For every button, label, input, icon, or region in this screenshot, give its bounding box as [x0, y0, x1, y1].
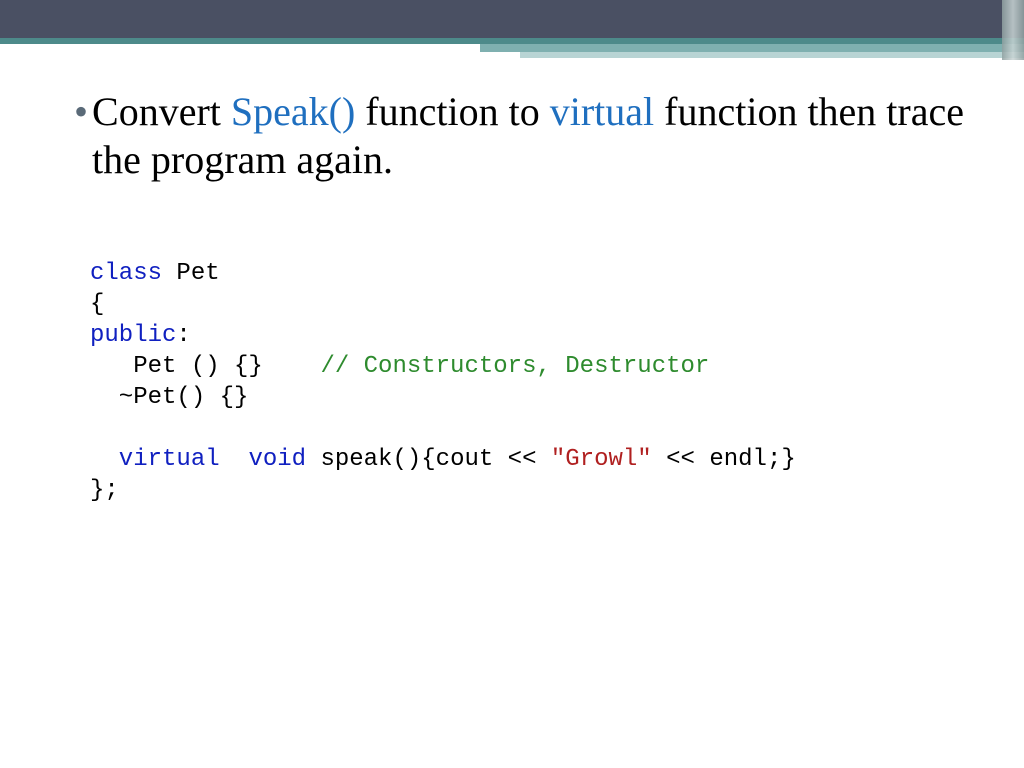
bullet-marker: • — [74, 88, 88, 136]
bullet-highlight-speak: Speak() — [231, 89, 355, 134]
code-text: ~Pet() {} — [90, 384, 248, 411]
slide-content: • Convert Speak() function to virtual fu… — [0, 60, 1024, 506]
slide-top-band — [0, 0, 1024, 38]
code-text: Pet — [162, 260, 220, 287]
code-text: << endl;} — [652, 446, 796, 473]
code-kw-class: class — [90, 260, 162, 287]
bullet-item: • Convert Speak() function to virtual fu… — [76, 88, 964, 184]
code-block: class Pet { public: Pet () {} // Constru… — [90, 258, 964, 506]
code-kw-void: void — [248, 446, 306, 473]
slide-right-strip — [1002, 0, 1024, 60]
code-string: "Growl" — [551, 446, 652, 473]
code-kw-public: public — [90, 322, 176, 349]
code-text: { — [90, 291, 104, 318]
code-comment: // Constructors, Destructor — [320, 353, 709, 380]
slide-accent-band — [0, 38, 1024, 60]
bullet-text: Convert Speak() function to virtual func… — [92, 88, 964, 184]
accent-bar-3 — [520, 52, 1024, 58]
bullet-highlight-virtual: virtual — [550, 89, 654, 134]
code-text: : — [176, 322, 190, 349]
accent-bar-2 — [480, 44, 1024, 52]
bullet-seg-1: Convert — [92, 89, 231, 134]
code-text: Pet () {} — [90, 353, 320, 380]
bullet-seg-2: function to — [355, 89, 549, 134]
code-kw-virtual: virtual — [90, 446, 220, 473]
code-text: speak(){cout << — [306, 446, 551, 473]
code-text: }; — [90, 477, 119, 504]
code-text — [220, 446, 249, 473]
